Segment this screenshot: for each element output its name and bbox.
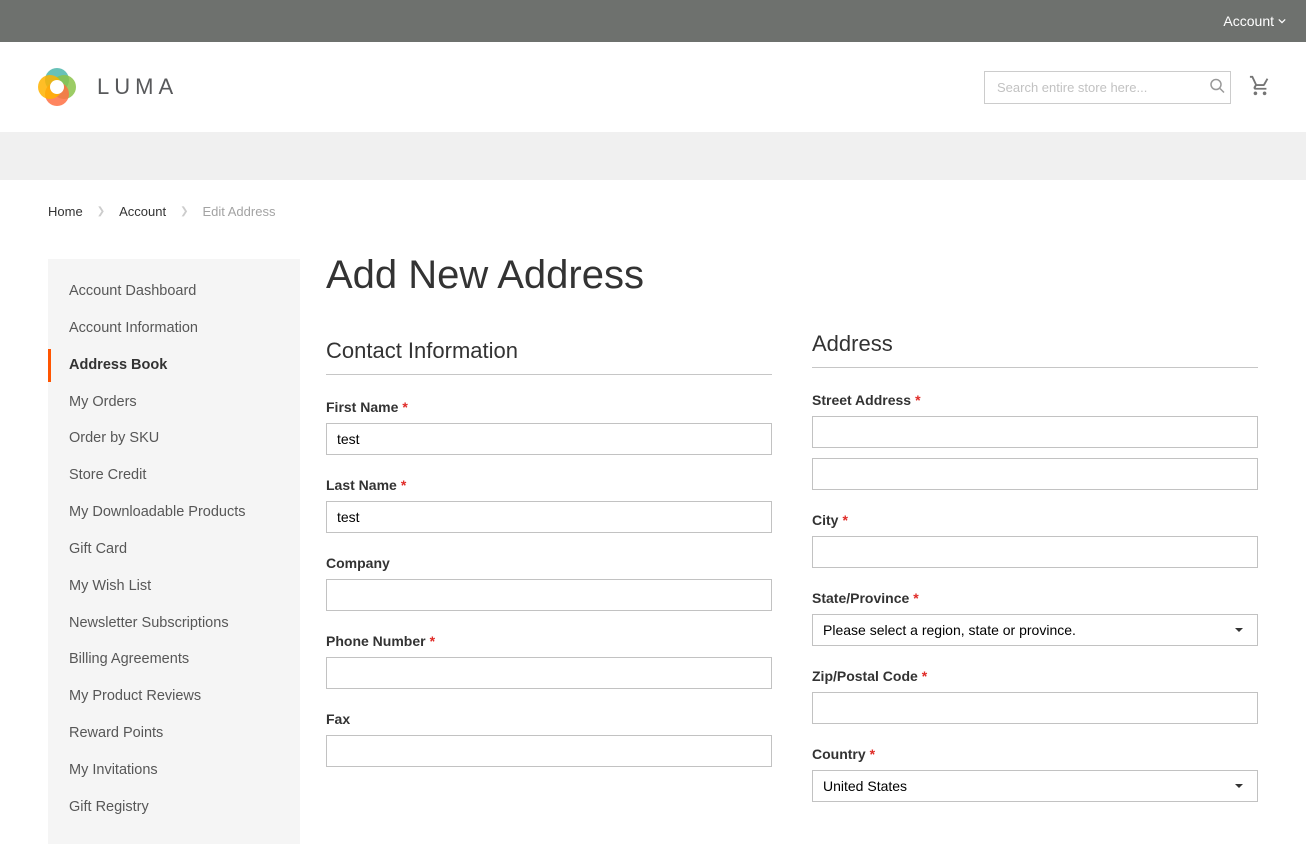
search-wrap	[984, 71, 1231, 104]
logo[interactable]: LUMA	[35, 65, 178, 109]
header-right	[984, 71, 1271, 104]
phone-label: Phone Number*	[326, 633, 772, 649]
phone-input[interactable]	[326, 657, 772, 689]
fax-label: Fax	[326, 711, 772, 727]
sidebar-item-my-invitations[interactable]: My Invitations	[48, 754, 300, 787]
state-field: State/Province* Please select a region, …	[812, 590, 1258, 646]
sidebar-item-my-product-reviews[interactable]: My Product Reviews	[48, 680, 300, 713]
street2-input[interactable]	[812, 458, 1258, 490]
sidebar-item-billing-agreements[interactable]: Billing Agreements	[48, 643, 300, 676]
sidebar-item-store-credit[interactable]: Store Credit	[48, 459, 300, 492]
first-name-field: First Name*	[326, 399, 772, 455]
main-content: Add New Address Contact Information Firs…	[326, 259, 1258, 844]
last-name-input[interactable]	[326, 501, 772, 533]
state-select[interactable]: Please select a region, state or provinc…	[812, 614, 1258, 646]
sidebar-item-newsletter-subscriptions[interactable]: Newsletter Subscriptions	[48, 607, 300, 640]
top-bar: Account	[0, 0, 1306, 42]
contact-column: Add New Address Contact Information Firs…	[326, 259, 772, 844]
city-label: City*	[812, 512, 1258, 528]
sidebar-item-gift-card[interactable]: Gift Card	[48, 533, 300, 566]
sidebar-item-address-book[interactable]: Address Book	[48, 349, 300, 382]
page-title: Add New Address	[326, 253, 772, 298]
sidebar-item-gift-registry[interactable]: Gift Registry	[48, 791, 300, 824]
country-label: Country*	[812, 746, 1258, 762]
chevron-right-icon: ❯	[97, 206, 105, 217]
address-section-title: Address	[812, 331, 1258, 368]
zip-label: Zip/Postal Code*	[812, 668, 1258, 684]
phone-field: Phone Number*	[326, 633, 772, 689]
cart-button[interactable]	[1249, 75, 1271, 100]
breadcrumb-account[interactable]: Account	[119, 204, 166, 219]
country-field: Country* United States	[812, 746, 1258, 802]
last-name-field: Last Name*	[326, 477, 772, 533]
company-field: Company	[326, 555, 772, 611]
first-name-input[interactable]	[326, 423, 772, 455]
company-input[interactable]	[326, 579, 772, 611]
zip-input[interactable]	[812, 692, 1258, 724]
search-button[interactable]	[1209, 78, 1225, 97]
header: LUMA	[0, 42, 1306, 132]
sidebar-item-reward-points[interactable]: Reward Points	[48, 717, 300, 750]
street1-input[interactable]	[812, 416, 1258, 448]
zip-field: Zip/Postal Code*	[812, 668, 1258, 724]
sidebar-item-my-orders[interactable]: My Orders	[48, 386, 300, 419]
contact-section-title: Contact Information	[326, 338, 772, 375]
fax-field: Fax	[326, 711, 772, 767]
chevron-down-icon	[1278, 17, 1286, 25]
account-label: Account	[1223, 13, 1274, 29]
logo-text: LUMA	[97, 74, 178, 100]
state-label: State/Province*	[812, 590, 1258, 606]
chevron-right-icon: ❯	[180, 206, 188, 217]
sidebar-item-my-wish-list[interactable]: My Wish List	[48, 570, 300, 603]
logo-icon	[35, 65, 79, 109]
address-column: Address Street Address* City* State/Prov…	[812, 259, 1258, 844]
sidebar-item-my-downloadable-products[interactable]: My Downloadable Products	[48, 496, 300, 529]
sidebar: Account Dashboard Account Information Addr…	[48, 259, 300, 844]
nav-bar	[0, 132, 1306, 180]
company-label: Company	[326, 555, 772, 571]
account-dropdown[interactable]: Account	[1223, 13, 1286, 29]
first-name-label: First Name*	[326, 399, 772, 415]
breadcrumb-current: Edit Address	[202, 204, 275, 219]
sidebar-item-account-dashboard[interactable]: Account Dashboard	[48, 275, 300, 308]
fax-input[interactable]	[326, 735, 772, 767]
search-icon	[1209, 78, 1225, 94]
search-input[interactable]	[984, 71, 1231, 104]
street-label: Street Address*	[812, 392, 1258, 408]
sidebar-item-order-by-sku[interactable]: Order by SKU	[48, 422, 300, 455]
last-name-label: Last Name*	[326, 477, 772, 493]
breadcrumbs: Home ❯ Account ❯ Edit Address	[48, 180, 1258, 237]
breadcrumb-home[interactable]: Home	[48, 204, 83, 219]
city-input[interactable]	[812, 536, 1258, 568]
country-select[interactable]: United States	[812, 770, 1258, 802]
cart-icon	[1249, 75, 1271, 97]
street-field: Street Address*	[812, 392, 1258, 490]
sidebar-item-account-information[interactable]: Account Information	[48, 312, 300, 345]
city-field: City*	[812, 512, 1258, 568]
